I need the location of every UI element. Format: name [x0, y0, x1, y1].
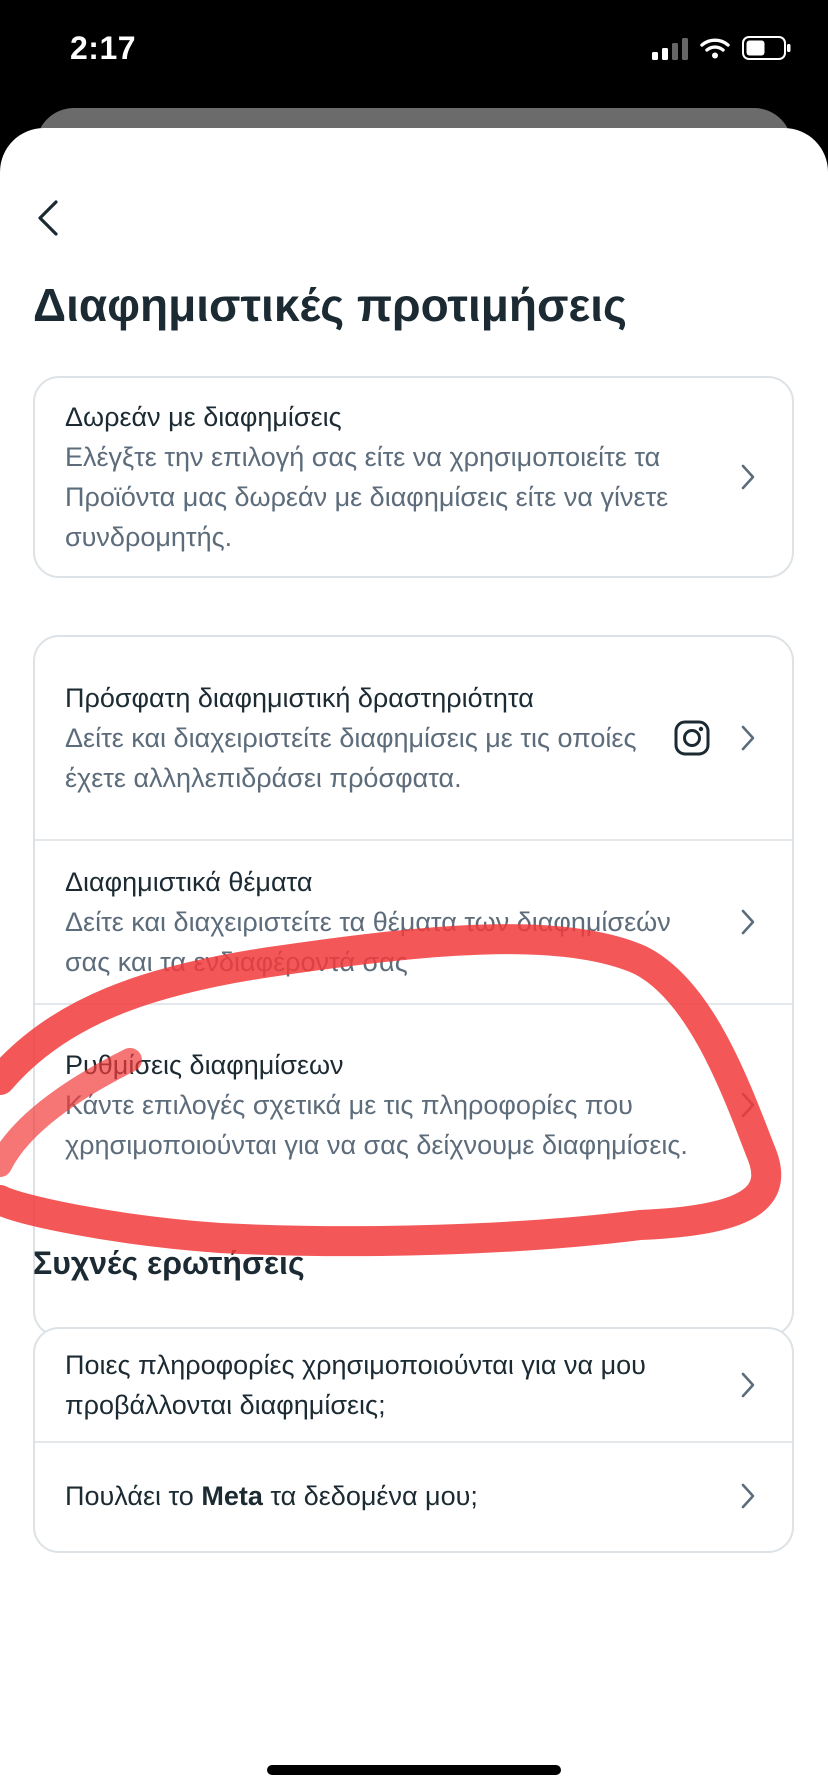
instagram-icon	[674, 720, 710, 756]
faq-item[interactable]: Ποιες πληροφορίες χρησιμοποιούνται για ν…	[35, 1329, 792, 1441]
ad-activity-card: Πρόσφατη διαφημιστική δραστηριότητα Δείτ…	[33, 635, 794, 1337]
recent-ad-activity-row[interactable]: Πρόσφατη διαφημιστική δραστηριότητα Δείτ…	[35, 637, 792, 839]
page-title: Διαφημιστικές προτιμήσεις	[33, 279, 627, 331]
chevron-right-icon	[741, 1483, 755, 1509]
ad-preferences-sheet: Διαφημιστικές προτιμήσεις Δωρεάν με διαφ…	[0, 128, 828, 1792]
ad-topics-row[interactable]: Διαφημιστικά θέματα Δείτε και διαχειριστ…	[35, 839, 792, 1003]
recent-ad-activity-description: Δείτε και διαχειριστείτε διαφημίσεις με …	[65, 723, 637, 793]
status-icons	[652, 36, 792, 60]
ad-topics-description: Δείτε και διαχειριστείτε τα θέματα των δ…	[65, 907, 671, 977]
status-bar: 2:17	[0, 0, 828, 100]
chevron-right-icon	[741, 909, 755, 935]
ad-free-description: Ελέγξτε την επιλογή σας είτε να χρησιμοπ…	[65, 442, 669, 552]
ad-settings-description: Κάντε επιλογές σχετικά με τις πληροφορίε…	[65, 1090, 688, 1160]
chevron-right-icon	[741, 1092, 755, 1118]
faq-section-title: Συχνές ερωτήσεις	[33, 1245, 305, 1281]
chevron-right-icon	[741, 464, 755, 490]
ad-settings-row[interactable]: Ρυθμίσεις διαφημίσεων Κάντε επιλογές σχε…	[35, 1003, 792, 1205]
back-button[interactable]	[28, 188, 68, 248]
ad-free-title: Δωρεάν με διαφημίσεις	[65, 402, 342, 432]
meta-brand-name: Meta	[201, 1481, 263, 1511]
ad-free-card: Δωρεάν με διαφημίσεις Ελέγξτε την επιλογ…	[33, 376, 794, 578]
back-arrow-icon	[38, 200, 58, 236]
faq-question-start: Πουλάει το	[65, 1481, 202, 1511]
ad-settings-title: Ρυθμίσεις διαφημίσεων	[65, 1050, 344, 1080]
ad-free-row[interactable]: Δωρεάν με διαφημίσεις Ελέγξτε την επιλογ…	[35, 378, 792, 576]
chevron-right-icon	[741, 725, 755, 751]
faq-question: Πουλάει το Meta τα δεδομένα μου;	[65, 1476, 718, 1516]
battery-icon	[742, 36, 791, 60]
home-indicator[interactable]	[267, 1765, 561, 1775]
faq-question: Ποιες πληροφορίες χρησιμοποιούνται για ν…	[65, 1350, 646, 1420]
faq-card: Ποιες πληροφορίες χρησιμοποιούνται για ν…	[33, 1327, 794, 1553]
wifi-icon	[700, 38, 730, 59]
recent-ad-activity-title: Πρόσφατη διαφημιστική δραστηριότητα	[65, 683, 534, 713]
faq-item[interactable]: Πουλάει το Meta τα δεδομένα μου;	[35, 1441, 792, 1549]
status-time: 2:17	[70, 30, 137, 66]
ad-topics-title: Διαφημιστικά θέματα	[65, 867, 313, 897]
signal-icon	[652, 36, 688, 60]
chevron-right-icon	[741, 1372, 755, 1398]
faq-question-end: τα δεδομένα μου;	[262, 1481, 478, 1511]
